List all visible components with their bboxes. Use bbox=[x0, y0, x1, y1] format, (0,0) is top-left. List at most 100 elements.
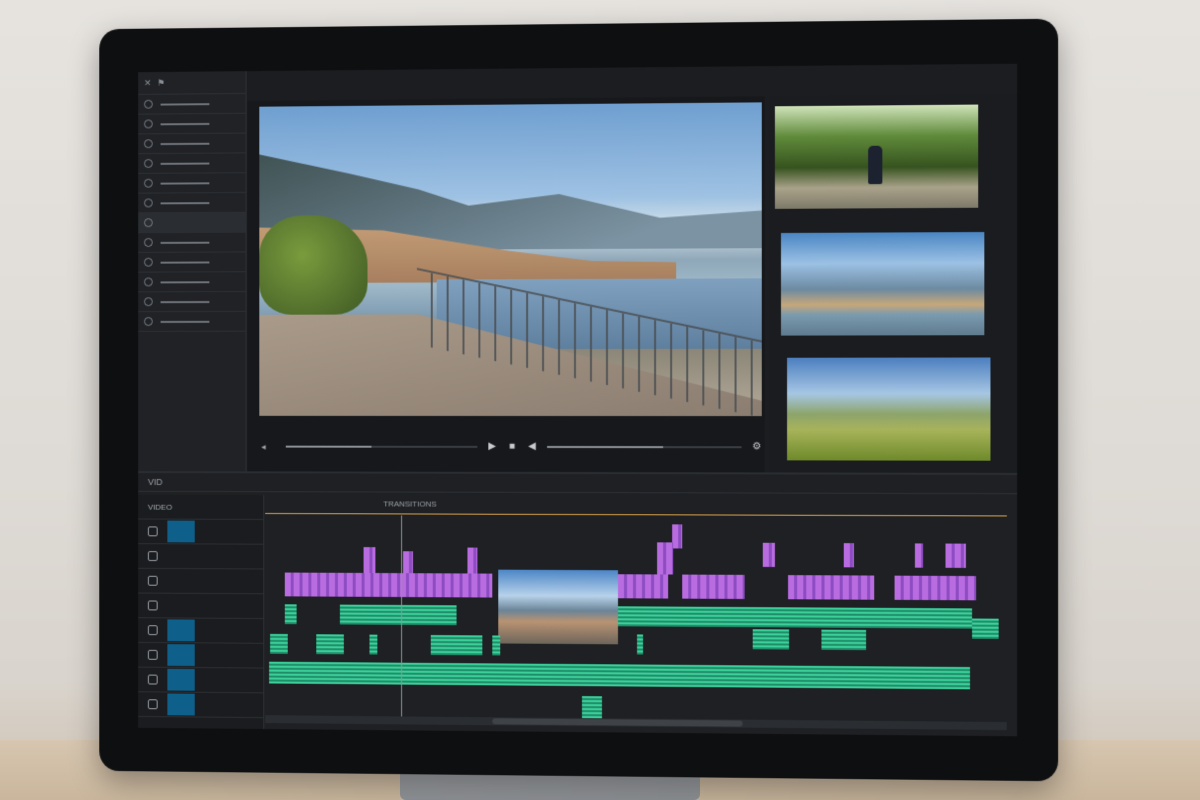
speaker-icon[interactable]: ◂ bbox=[261, 441, 265, 452]
track-select[interactable] bbox=[167, 619, 194, 641]
volume-icon[interactable]: ◀ bbox=[527, 442, 537, 452]
editor-screen: ✕ ⚑ ◂ ▶ ■ ◀ ⚙ VID VIDEO TRANSITIONS bbox=[138, 64, 1017, 737]
track-select[interactable] bbox=[167, 669, 194, 691]
close-icon[interactable]: ✕ bbox=[144, 77, 151, 88]
volume-slider[interactable] bbox=[547, 446, 742, 448]
play-icon[interactable]: ▶ bbox=[487, 442, 497, 452]
effect-icon[interactable] bbox=[148, 675, 158, 685]
audio-clip[interactable] bbox=[285, 604, 297, 624]
media-icon bbox=[144, 139, 153, 148]
track-select[interactable] bbox=[167, 694, 194, 716]
speaker-icon[interactable] bbox=[148, 650, 158, 660]
track-header-row[interactable] bbox=[138, 668, 263, 694]
video-clip[interactable] bbox=[788, 575, 874, 600]
track-headers: VIDEO bbox=[138, 495, 264, 731]
preview-canvas[interactable] bbox=[259, 102, 761, 416]
timeline-panel: VID VIDEO TRANSITIONS bbox=[138, 471, 1017, 736]
settings-icon[interactable]: ⚙ bbox=[752, 442, 762, 452]
eye-icon[interactable] bbox=[148, 576, 158, 586]
timeline-tracks[interactable] bbox=[265, 515, 1007, 736]
media-item[interactable] bbox=[138, 114, 245, 135]
video-clip[interactable] bbox=[403, 551, 413, 573]
media-panel-toolbar: ✕ ⚑ bbox=[138, 71, 245, 95]
monitor: ✕ ⚑ ◂ ▶ ■ ◀ ⚙ VID VIDEO TRANSITIONS bbox=[99, 19, 1058, 782]
track-header-row[interactable] bbox=[138, 618, 263, 644]
audio-clip[interactable] bbox=[582, 696, 602, 718]
audio-clip[interactable] bbox=[369, 635, 377, 655]
arrow-icon[interactable] bbox=[148, 600, 158, 610]
video-clip[interactable] bbox=[915, 543, 923, 567]
thumbnail-forest-path[interactable] bbox=[775, 105, 978, 209]
media-item[interactable] bbox=[138, 153, 245, 174]
audio-clip[interactable] bbox=[637, 634, 643, 654]
media-item[interactable] bbox=[138, 292, 245, 312]
media-icon bbox=[144, 278, 153, 287]
media-item[interactable] bbox=[138, 312, 245, 332]
mic-icon[interactable] bbox=[148, 625, 158, 635]
timeline-ruler[interactable]: TRANSITIONS bbox=[265, 495, 1007, 516]
media-item[interactable] bbox=[138, 272, 245, 292]
audio-clip[interactable] bbox=[269, 662, 970, 690]
audio-clip[interactable] bbox=[972, 619, 999, 639]
track-select[interactable] bbox=[167, 521, 194, 543]
lock-icon[interactable] bbox=[148, 551, 158, 561]
media-icon bbox=[144, 198, 153, 207]
media-item-selected[interactable] bbox=[138, 213, 245, 233]
video-clip[interactable] bbox=[285, 573, 492, 598]
track-header-row[interactable] bbox=[138, 519, 263, 544]
preview-tree bbox=[259, 215, 367, 315]
media-item[interactable] bbox=[138, 252, 245, 272]
video-clip[interactable] bbox=[364, 547, 376, 573]
preview-tabs bbox=[259, 420, 761, 438]
program-monitor: ◂ ▶ ■ ◀ ⚙ bbox=[248, 96, 765, 472]
video-clip[interactable] bbox=[763, 543, 775, 567]
timeline-tab[interactable]: VID bbox=[148, 477, 163, 487]
track-header-row[interactable] bbox=[138, 692, 263, 718]
video-clip[interactable] bbox=[682, 575, 744, 599]
audio-clip[interactable] bbox=[340, 605, 457, 626]
audio-clip[interactable] bbox=[492, 635, 500, 655]
video-clip[interactable] bbox=[657, 542, 673, 574]
track-header-row[interactable] bbox=[138, 643, 263, 669]
video-clip-thumbnail[interactable] bbox=[498, 570, 618, 645]
mute-icon[interactable] bbox=[148, 699, 158, 709]
audio-clip[interactable] bbox=[618, 606, 972, 628]
stop-icon[interactable]: ■ bbox=[507, 442, 517, 452]
video-clip[interactable] bbox=[895, 576, 977, 601]
track-header-row[interactable] bbox=[138, 544, 263, 569]
scrub-bar[interactable] bbox=[285, 446, 477, 448]
media-item[interactable] bbox=[138, 134, 245, 155]
media-icon bbox=[144, 258, 153, 267]
audio-clip[interactable] bbox=[821, 630, 866, 650]
video-clip[interactable] bbox=[618, 574, 668, 598]
media-panel: ✕ ⚑ bbox=[138, 71, 246, 471]
thumbnail-lake-town[interactable] bbox=[781, 232, 984, 336]
media-item[interactable] bbox=[138, 193, 245, 213]
video-clip[interactable] bbox=[467, 548, 477, 574]
track-header-row[interactable] bbox=[138, 594, 263, 619]
media-icon bbox=[144, 317, 153, 326]
audio-clip[interactable] bbox=[270, 634, 288, 654]
filter-icon[interactable]: ⚑ bbox=[157, 77, 165, 88]
playback-controls: ◂ ▶ ■ ◀ ⚙ bbox=[259, 420, 761, 473]
audio-clip[interactable] bbox=[316, 634, 344, 654]
transport-bar: ◂ ▶ ■ ◀ ⚙ bbox=[259, 438, 761, 457]
media-icon bbox=[144, 238, 153, 247]
media-item[interactable] bbox=[138, 233, 245, 253]
timeline-scroll-thumb[interactable] bbox=[492, 718, 742, 726]
track-select[interactable] bbox=[167, 644, 194, 666]
playhead[interactable] bbox=[401, 515, 402, 724]
media-item[interactable] bbox=[138, 94, 245, 115]
media-item[interactable] bbox=[138, 173, 245, 193]
media-icon bbox=[144, 218, 153, 227]
thumbnail-hill-castle[interactable] bbox=[787, 357, 990, 460]
video-clip[interactable] bbox=[672, 524, 682, 548]
video-icon bbox=[148, 526, 158, 536]
audio-clip[interactable] bbox=[753, 629, 789, 649]
audio-clip[interactable] bbox=[431, 635, 483, 655]
source-thumbnails bbox=[769, 94, 1017, 473]
video-clip[interactable] bbox=[844, 543, 854, 567]
track-header-row[interactable] bbox=[138, 569, 263, 594]
ruler-label: TRANSITIONS bbox=[383, 499, 436, 508]
video-clip[interactable] bbox=[946, 544, 966, 568]
